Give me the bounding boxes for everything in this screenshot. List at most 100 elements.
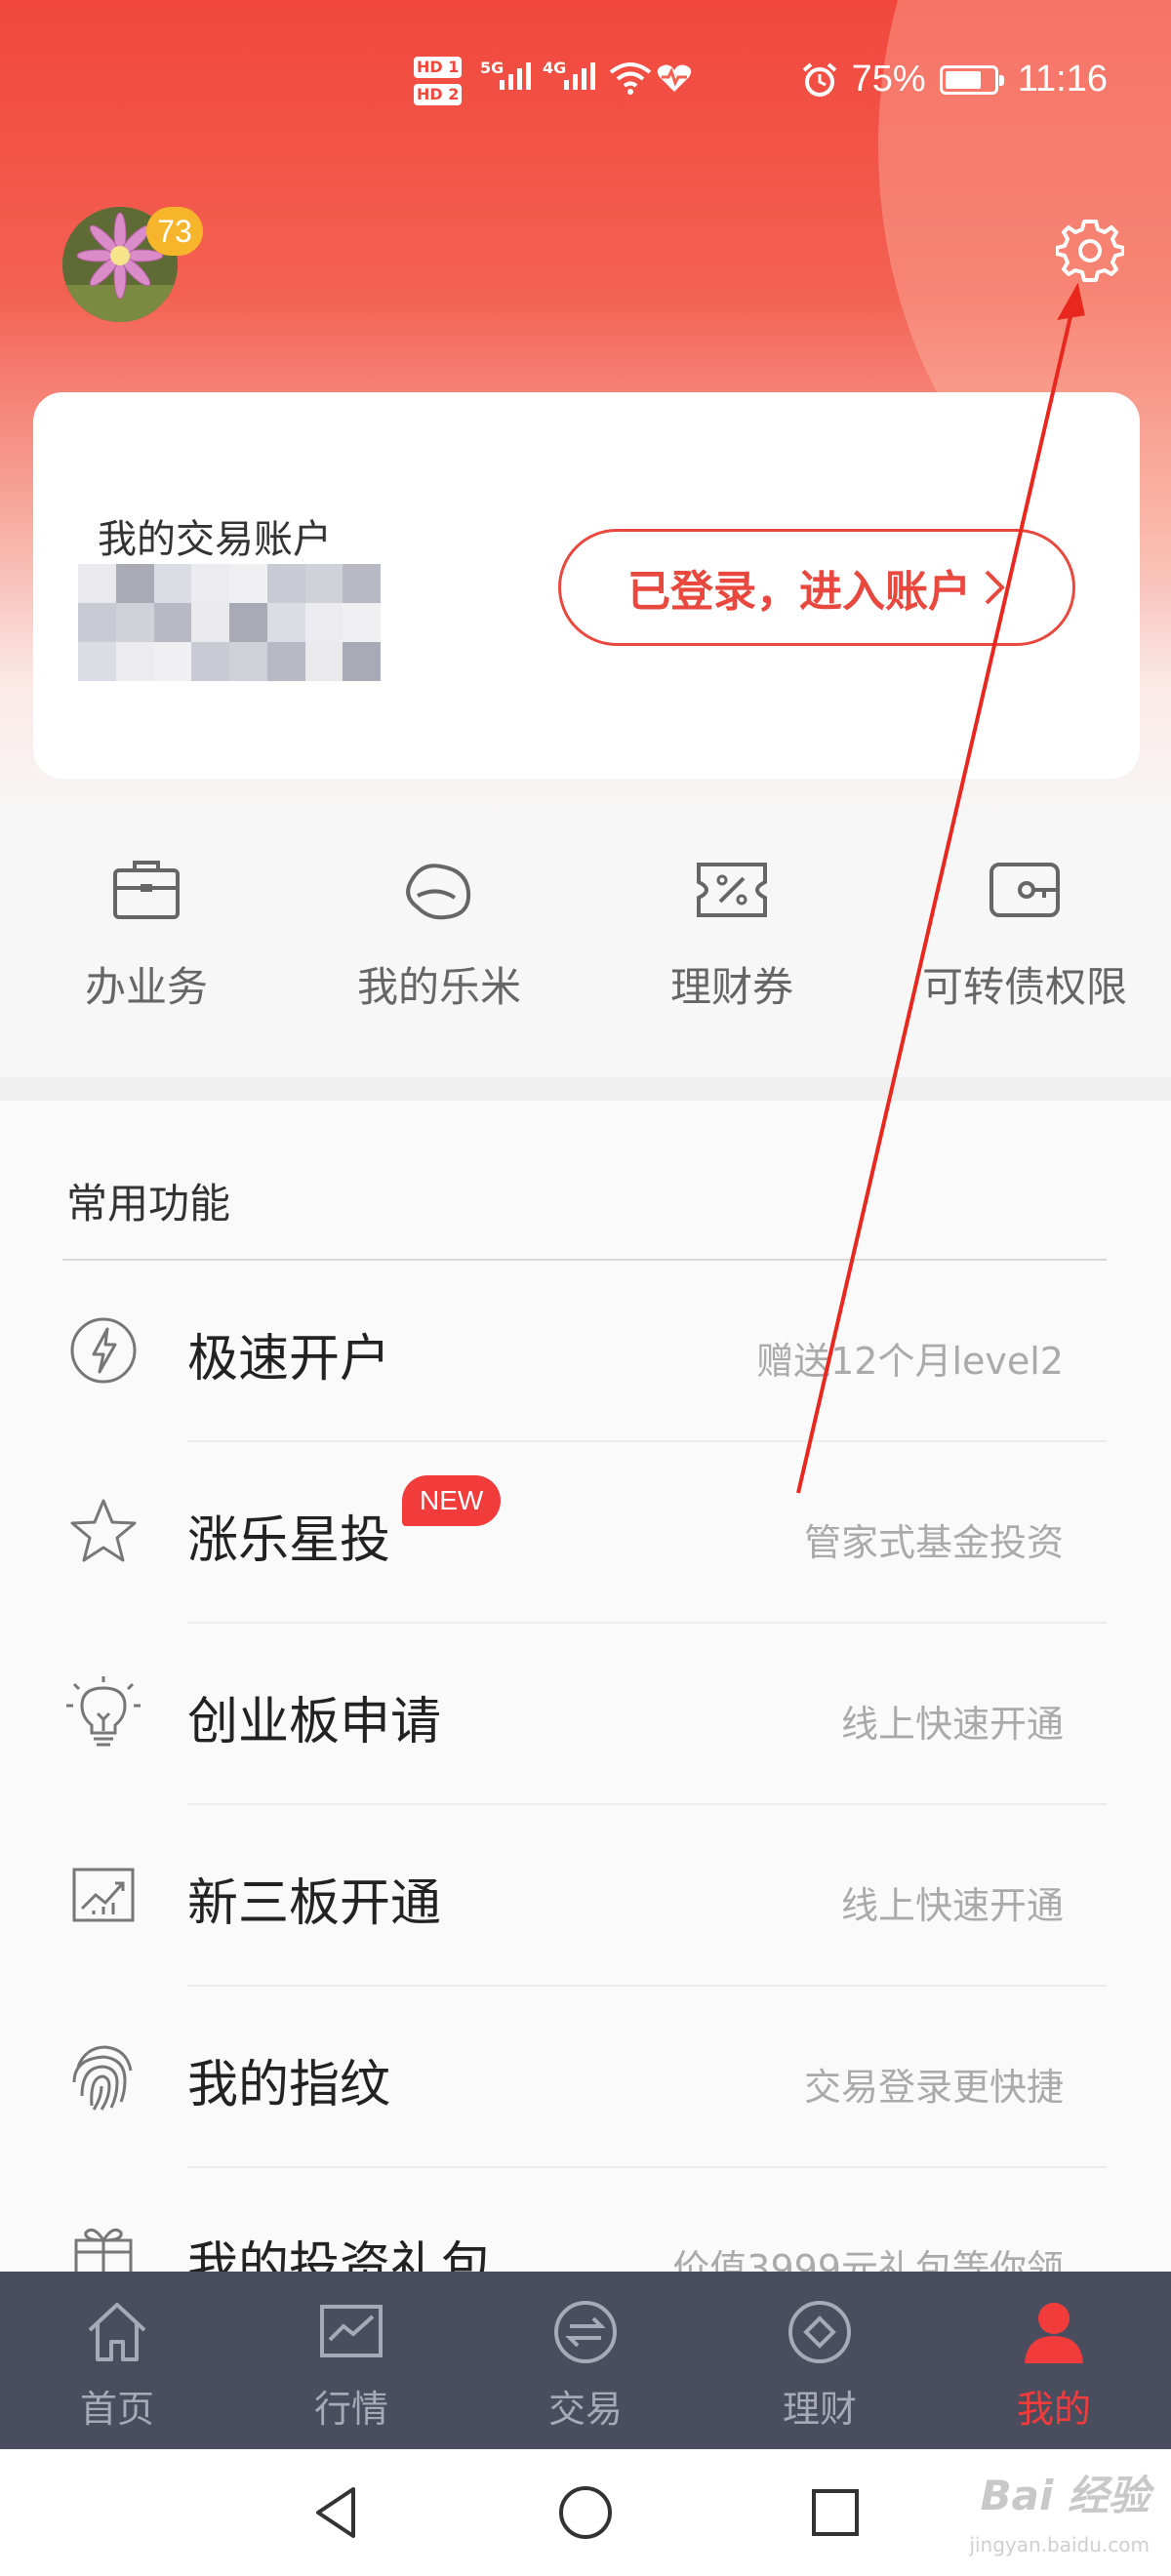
health-heart-icon [657,64,692,92]
account-card: 我的交易账户 已登录，进入账户 [33,392,1140,779]
watermark: Bai 经验 [980,2472,1150,2519]
hd2-label: HD 2 [414,84,463,105]
section-divider [0,1077,1171,1101]
bean-icon [406,864,471,920]
mask-pixel [266,642,305,681]
clock: 11:16 [1017,59,1108,100]
market-icon [320,2305,383,2357]
mask-pixel [343,642,381,681]
quick-entry-label: 理财券 [669,963,793,1011]
mask-pixel [229,564,267,603]
mask-pixel [78,603,116,642]
function-name: 创业板申请 [187,1693,442,1751]
status-bar: HD 1 HD 2 5G 4G 75% 11:16 [0,49,1171,127]
mask-pixel [115,603,154,642]
masked-account-number [78,564,381,681]
tab-label: 行情 [313,2388,388,2431]
fingerprint-icon [72,2045,133,2111]
watermark-url: jingyan.baidu.com [969,2533,1150,2556]
function-desc: 线上快速开通 [840,1703,1064,1746]
mask-pixel [191,564,229,603]
mask-pixel [153,603,192,642]
mask-pixel [115,564,154,603]
function-row-fast-open[interactable]: 极速开户 赠送12个月level2 [0,1261,1171,1442]
chart-box-icon [72,1868,135,1922]
battery-percent: 75% [851,59,926,100]
function-name: 我的指纹 [187,2056,391,2114]
quick-entry-convertible-bond[interactable]: 可转债权限 [878,839,1171,1073]
chevron-right-icon [985,570,1005,605]
tab-finance[interactable]: 理财 [703,2272,937,2449]
tab-label: 理财 [782,2388,857,2431]
back-icon[interactable] [308,2483,367,2542]
quick-entry-label: 我的乐米 [356,963,521,1011]
lightning-icon [70,1317,137,1384]
level-badge: 73 [146,207,203,256]
function-name: 涨乐星投 [187,1511,391,1570]
tab-mine[interactable]: 我的 [937,2272,1171,2449]
mask-pixel [304,642,343,681]
tab-label: 交易 [547,2388,623,2431]
tab-home[interactable]: 首页 [0,2272,234,2449]
new-badge: NEW [402,1475,502,1526]
diamond-icon [788,2301,851,2363]
wifi-icon [609,62,652,95]
enter-account-label: 已登录，进入账户 [627,567,971,617]
status-right: 75% 11:16 [801,59,1108,101]
common-functions-title: 常用功能 [66,1180,231,1228]
tab-trade[interactable]: 交易 [468,2272,703,2449]
enter-account-button[interactable]: 已登录，进入账户 [558,529,1075,646]
tab-label: 首页 [79,2388,154,2431]
quick-entry-label: 可转债权限 [921,963,1127,1011]
tab-label: 我的 [1016,2388,1091,2431]
function-desc: 赠送12个月level2 [756,1340,1064,1383]
quick-entry-coupon[interactable]: 理财券 [586,839,878,1073]
function-name: 新三板开通 [187,1874,442,1933]
hd-indicator: HD 1 HD 2 [414,57,463,111]
function-row-neeq[interactable]: 新三板开通 线上快速开通 [0,1805,1171,1987]
mask-pixel [229,642,267,681]
quick-entry-label: 办业务 [84,963,208,1011]
home-icon [88,2303,146,2361]
user-icon [1025,2303,1083,2363]
bottom-tab-bar: 首页 行情 交易 理财 我的 [0,2272,1171,2449]
wallet-icon [989,863,1060,917]
bulb-icon [66,1676,141,1747]
mask-pixel [78,642,116,681]
mask-pixel [78,564,116,603]
common-functions-panel: 常用功能 极速开户 赠送12个月level2 涨乐星投 NEW 管家式基金投资 … [0,1101,1171,2296]
recents-icon[interactable] [806,2483,865,2542]
mask-pixel [153,642,192,681]
account-title: 我的交易账户 [98,517,332,562]
quick-entry-lemi[interactable]: 我的乐米 [293,839,586,1073]
mask-pixel [229,603,267,642]
system-nav-bar: Bai 经验 jingyan.baidu.com [0,2449,1171,2576]
hd1-label: HD 1 [414,57,463,78]
function-desc: 交易登录更快捷 [803,2066,1064,2109]
function-desc: 管家式基金投资 [803,1521,1064,1564]
function-desc: 线上快速开通 [840,1884,1064,1927]
function-row-star-invest[interactable]: 涨乐星投 NEW 管家式基金投资 [0,1442,1171,1624]
tab-market[interactable]: 行情 [234,2272,468,2449]
function-name: 极速开户 [187,1330,391,1389]
briefcase-icon [113,861,180,919]
mask-pixel [304,564,343,603]
network-type-2: 4G [543,59,567,77]
quick-entry-business[interactable]: 办业务 [0,839,293,1073]
star-icon [70,1499,137,1562]
signal-icon [564,62,595,90]
home-circle-icon[interactable] [556,2483,615,2542]
mask-pixel [191,642,229,681]
mask-pixel [343,603,381,642]
mask-pixel [191,603,229,642]
quick-entries: 办业务 我的乐米 理财券 可转债权限 [0,839,1171,1073]
mask-pixel [266,603,305,642]
mask-pixel [304,603,343,642]
function-row-fingerprint[interactable]: 我的指纹 交易登录更快捷 [0,1987,1171,2168]
mask-pixel [266,564,305,603]
exchange-icon [554,2301,617,2363]
signal-icon [500,62,531,90]
settings-gear-icon[interactable] [1056,217,1124,285]
function-row-chinext[interactable]: 创业板申请 线上快速开通 [0,1624,1171,1805]
alarm-icon [802,61,836,97]
